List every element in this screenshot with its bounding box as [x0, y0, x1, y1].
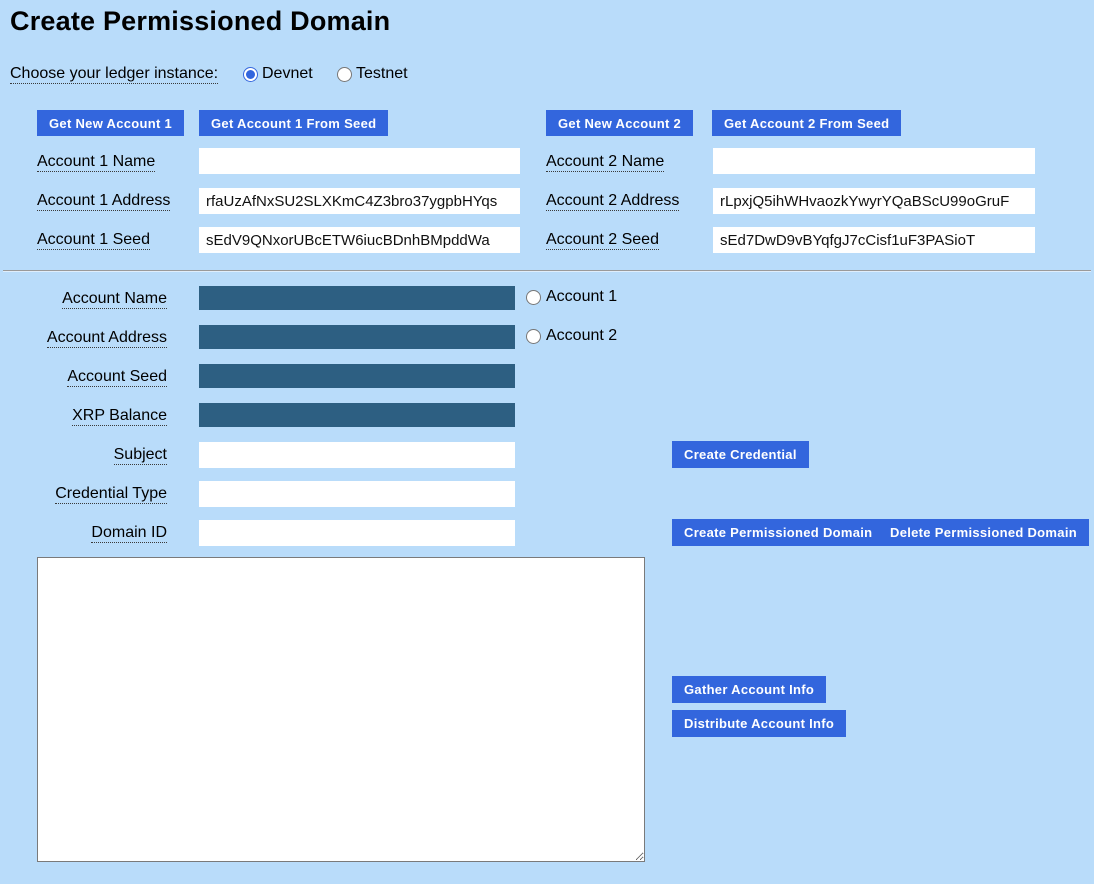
account-1-address-input[interactable]	[199, 188, 520, 214]
credential-type-input[interactable]	[199, 481, 515, 507]
account-name-field[interactable]	[199, 286, 515, 310]
devnet-radio-label[interactable]: Devnet	[262, 65, 313, 83]
domain-id-input[interactable]	[199, 520, 515, 546]
account-1-name-input[interactable]	[199, 148, 520, 174]
account-2-name-label: Account 2 Name	[546, 153, 664, 171]
account-2-address-label: Account 2 Address	[546, 192, 679, 210]
get-account-1-from-seed-button[interactable]: Get Account 1 From Seed	[199, 110, 388, 136]
delete-permissioned-domain-button[interactable]: Delete Permissioned Domain	[878, 519, 1089, 546]
account-seed-label: Account Seed	[0, 368, 167, 386]
account-1-address-label: Account 1 Address	[37, 192, 170, 210]
account-2-address-input[interactable]	[713, 188, 1035, 214]
devnet-radio[interactable]	[243, 67, 258, 82]
create-permissioned-domain-page: Create Permissioned Domain Choose your l…	[0, 0, 1094, 884]
create-permissioned-domain-button[interactable]: Create Permissioned Domain	[672, 519, 884, 546]
xrp-balance-field[interactable]	[199, 403, 515, 427]
testnet-radio-label[interactable]: Testnet	[356, 65, 408, 83]
get-account-2-from-seed-button[interactable]: Get Account 2 From Seed	[712, 110, 901, 136]
account-seed-field[interactable]	[199, 364, 515, 388]
get-new-account-2-button[interactable]: Get New Account 2	[546, 110, 693, 136]
account-1-seed-input[interactable]	[199, 227, 520, 253]
account-address-field[interactable]	[199, 325, 515, 349]
account-1-select-label[interactable]: Account 1	[546, 288, 617, 306]
testnet-radio[interactable]	[337, 67, 352, 82]
results-textarea[interactable]	[37, 557, 645, 862]
account-2-seed-label: Account 2 Seed	[546, 231, 659, 249]
account-address-label: Account Address	[0, 329, 167, 347]
subject-label: Subject	[0, 446, 167, 464]
account-name-label: Account Name	[0, 290, 167, 308]
account-2-select-label[interactable]: Account 2	[546, 327, 617, 345]
get-new-account-1-button[interactable]: Get New Account 1	[37, 110, 184, 136]
gather-account-info-button[interactable]: Gather Account Info	[672, 676, 826, 703]
credential-type-label: Credential Type	[0, 485, 167, 503]
account-2-seed-input[interactable]	[713, 227, 1035, 253]
xrp-balance-label: XRP Balance	[0, 407, 167, 425]
account-1-name-label: Account 1 Name	[37, 153, 155, 171]
account-1-select-radio[interactable]	[526, 290, 541, 305]
page-title: Create Permissioned Domain	[10, 6, 390, 37]
subject-input[interactable]	[199, 442, 515, 468]
account-1-seed-label: Account 1 Seed	[37, 231, 150, 249]
account-2-select-radio[interactable]	[526, 329, 541, 344]
account-2-name-input[interactable]	[713, 148, 1035, 174]
create-credential-button[interactable]: Create Credential	[672, 441, 809, 468]
distribute-account-info-button[interactable]: Distribute Account Info	[672, 710, 846, 737]
ledger-instance-label: Choose your ledger instance:	[10, 65, 218, 83]
section-divider	[3, 270, 1091, 272]
domain-id-label: Domain ID	[0, 524, 167, 542]
